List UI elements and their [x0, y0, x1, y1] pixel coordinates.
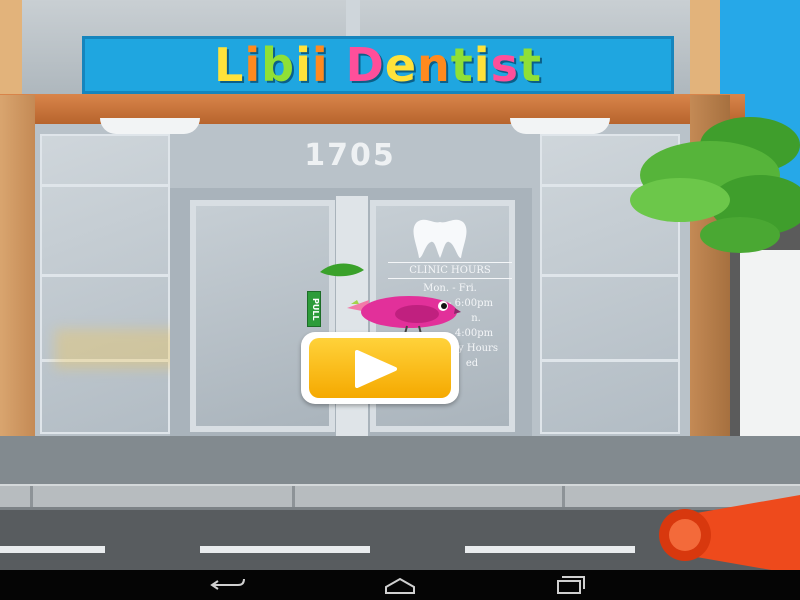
sign-letter: i — [244, 38, 262, 92]
sign-letter: i — [295, 38, 312, 92]
sidewalk — [0, 436, 800, 486]
sign-letter — [329, 38, 346, 92]
sign-letter: s — [490, 38, 519, 92]
shop-sign-title: Libii Dentist — [214, 38, 542, 92]
pull-sign: PULL — [307, 291, 321, 327]
sign-letter: n — [417, 38, 451, 92]
megaphone-icon[interactable] — [655, 495, 800, 579]
sign-letter: e — [384, 38, 418, 92]
sign-letter: i — [473, 38, 491, 92]
sign-letter: D — [345, 38, 385, 92]
recents-icon[interactable] — [550, 575, 590, 595]
sign-letter: i — [311, 38, 329, 92]
back-icon[interactable] — [208, 575, 248, 595]
neighbor-wall — [740, 250, 800, 460]
lane-marking — [200, 546, 370, 553]
tooth-icon — [411, 218, 469, 264]
shop-sign: Libii Dentist — [82, 36, 674, 94]
play-button[interactable] — [301, 332, 459, 404]
clinic-hours-heading: CLINIC HOURS — [388, 262, 512, 279]
sign-letter: t — [518, 38, 542, 92]
leaf-icon — [318, 262, 366, 282]
tree-foliage — [600, 105, 800, 269]
wood-pillar-left — [0, 95, 35, 440]
play-triangle-icon — [353, 350, 399, 392]
sign-letter: b — [261, 38, 296, 92]
lane-marking — [465, 546, 635, 553]
street-number: 1705 — [304, 138, 396, 173]
home-icon[interactable] — [380, 575, 420, 595]
sign-letter: t — [450, 38, 474, 92]
window-pane-left — [40, 134, 170, 434]
lane-marking — [0, 546, 105, 553]
sign-lamps — [100, 118, 650, 134]
sign-letter: L — [214, 38, 245, 92]
